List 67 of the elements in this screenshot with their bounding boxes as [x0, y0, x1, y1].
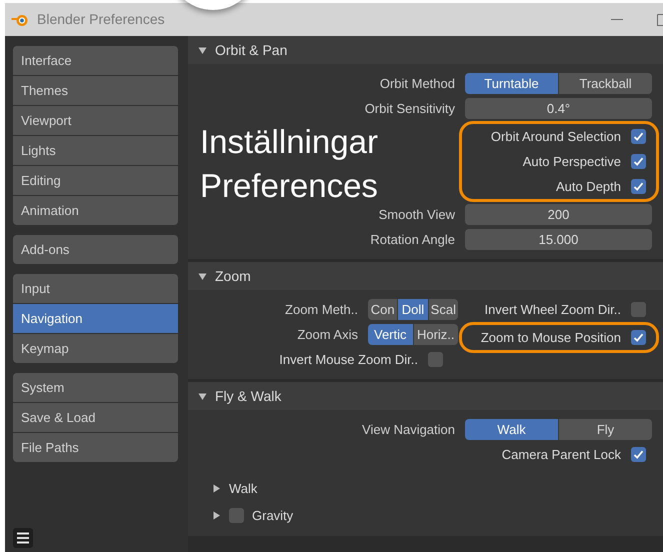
annotation-text: Preferences [200, 166, 378, 206]
toggle-option[interactable]: Doll [397, 299, 428, 320]
toggle-option[interactable]: Walk [465, 419, 558, 440]
checkbox[interactable] [229, 508, 244, 523]
checkbox[interactable] [631, 154, 646, 169]
collapse-triangle-icon[interactable] [198, 46, 207, 54]
sidebar-item[interactable]: File Paths [13, 433, 178, 462]
annotation-text: Inställningar [200, 122, 378, 162]
window-title: Blender Preferences [37, 10, 165, 29]
number-field[interactable]: 200 [465, 204, 652, 225]
toggle-option[interactable]: Trackball [558, 73, 652, 94]
checkbox[interactable] [428, 352, 443, 367]
toggle-option[interactable]: Horiz.. [412, 324, 458, 345]
collapse-triangle-icon[interactable] [198, 272, 207, 280]
sidebar-item[interactable]: Lights [13, 136, 178, 165]
section-title: Orbit & Pan [215, 40, 288, 60]
subpanel-title[interactable]: Walk [229, 478, 258, 498]
toggle-option[interactable]: Vertic [368, 324, 412, 345]
sidebar-item[interactable]: Themes [13, 76, 178, 105]
sidebar-item[interactable]: Viewport [13, 106, 178, 135]
expand-triangle-icon[interactable] [212, 484, 221, 493]
logo-icon [11, 12, 29, 26]
sidebar-item[interactable]: Animation [13, 196, 178, 225]
checkbox[interactable] [631, 302, 646, 317]
sidebar-item[interactable]: Input [13, 274, 178, 303]
setting-label: Orbit Sensitivity [364, 100, 456, 118]
toggle-option[interactable]: Turntable [465, 73, 558, 94]
checkbox-label: Invert Wheel Zoom Dir.. [484, 300, 621, 319]
setting-label: View Navigation [361, 420, 456, 439]
subpanel-title[interactable]: Gravity [252, 506, 294, 526]
checkbox-label: Invert Mouse Zoom Dir.. [279, 350, 418, 369]
toggle-option[interactable]: Scal [428, 299, 458, 320]
sidebar-item[interactable]: Interface [13, 46, 178, 75]
checkbox-label: Auto Depth [556, 178, 621, 196]
checkbox-label: Auto Perspective [522, 152, 621, 171]
setting-label: Rotation Angle [369, 230, 456, 249]
toggle-option[interactable]: Con [368, 299, 398, 320]
expand-triangle-icon[interactable] [212, 511, 221, 520]
checkbox-label: Camera Parent Lock [502, 446, 621, 464]
sidebar-item[interactable]: Navigation [13, 304, 178, 333]
section-header[interactable]: Fly & Walk [188, 382, 663, 410]
minimize-icon[interactable] [611, 18, 623, 20]
collapse-triangle-icon[interactable] [198, 392, 207, 400]
sidebar-item[interactable]: Keymap [13, 334, 178, 363]
checkbox[interactable] [631, 447, 646, 462]
maximize-icon[interactable] [657, 14, 663, 26]
checkbox[interactable] [631, 179, 646, 194]
toggle-option[interactable]: Fly [558, 419, 652, 440]
setting-label: Orbit Method [378, 74, 456, 93]
sidebar-item[interactable]: Add-ons [13, 235, 178, 264]
checkbox-label: Orbit Around Selection [490, 128, 621, 146]
sidebar-item[interactable]: Save & Load [13, 403, 178, 432]
menu-icon[interactable] [13, 528, 33, 548]
section-header[interactable]: Zoom [188, 262, 663, 290]
checkbox-label: Zoom to Mouse Position [480, 328, 621, 347]
section-title: Fly & Walk [215, 386, 282, 406]
section-header[interactable]: Orbit & Pan [188, 36, 663, 64]
checkbox[interactable] [631, 330, 646, 345]
section-title: Zoom [215, 266, 251, 286]
checkbox[interactable] [631, 129, 646, 144]
setting-label: Smooth View [378, 206, 456, 224]
sidebar-item[interactable]: Editing [13, 166, 178, 195]
sidebar-item[interactable]: System [13, 373, 178, 402]
number-field[interactable]: 15.000 [465, 229, 652, 250]
number-field[interactable]: 0.4° [465, 98, 652, 119]
setting-label: Zoom Axis [296, 326, 359, 344]
setting-label: Zoom Meth.. [284, 300, 359, 319]
